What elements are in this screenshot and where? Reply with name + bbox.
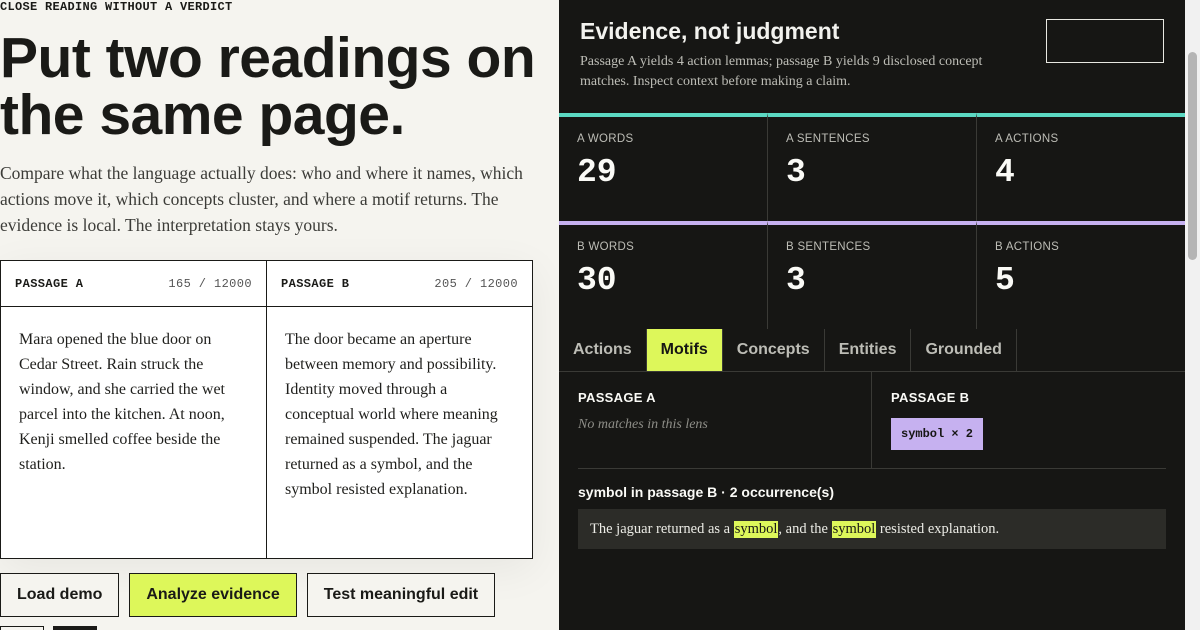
lens-results: PASSAGE A No matches in this lens PASSAG… <box>559 372 1185 468</box>
evidence-panel: Evidence, not judgment Passage A yields … <box>559 0 1185 630</box>
stat-b-sentences: B SENTENCES 3 <box>768 221 977 329</box>
tab-concepts[interactable]: Concepts <box>723 329 825 371</box>
context-text: , and the <box>778 520 832 537</box>
test-edit-button[interactable]: Test meaningful edit <box>306 573 496 617</box>
secondary-control-outline[interactable] <box>0 626 44 630</box>
page-scrollbar[interactable] <box>1185 0 1200 630</box>
stat-label: B ACTIONS <box>995 241 1060 253</box>
tab-entities[interactable]: Entities <box>825 329 912 371</box>
stat-value: 3 <box>786 262 806 299</box>
context-text: The jaguar returned as a <box>590 520 734 537</box>
stat-label: A WORDS <box>577 133 634 145</box>
intro-text: Compare what the language actually does:… <box>0 163 523 235</box>
occurrence-context: The jaguar returned as a symbol, and the… <box>578 509 1166 549</box>
tab-grounded[interactable]: Grounded <box>911 329 1017 371</box>
panel-summary: Passage A yields 4 action lemmas; passag… <box>580 54 983 89</box>
tab-actions[interactable]: Actions <box>559 329 647 371</box>
passage-b-char-count: 205 / 12000 <box>434 276 518 291</box>
stat-value: 29 <box>577 154 617 191</box>
passage-a-textarea[interactable]: Mara opened the blue door on Cedar Stree… <box>1 307 266 497</box>
panel-action-box[interactable] <box>1046 19 1164 63</box>
passage-a-char-count: 165 / 12000 <box>168 276 252 291</box>
lens-passage-b: PASSAGE B symbol × 2 <box>872 372 1185 468</box>
passage-a-panel: PASSAGE A 165 / 12000 Mara opened the bl… <box>1 261 266 558</box>
stat-b-words: B WORDS 30 <box>559 221 768 329</box>
stat-value: 3 <box>786 154 806 191</box>
passage-editor: PASSAGE A 165 / 12000 Mara opened the bl… <box>0 260 533 559</box>
page-title: Put two readings on the same page. <box>0 26 536 147</box>
stats-grid: A WORDS 29 A SENTENCES 3 A ACTIONS 4 B W… <box>559 113 1185 329</box>
tab-motifs[interactable]: Motifs <box>646 329 723 371</box>
stat-a-actions: A ACTIONS 4 <box>977 113 1185 221</box>
stat-value: 4 <box>995 154 1015 191</box>
stat-b-actions: B ACTIONS 5 <box>977 221 1185 329</box>
stat-label: B WORDS <box>577 241 635 253</box>
passage-a-title: PASSAGE A <box>15 276 84 291</box>
occurrence-title: symbol in passage B · 2 occurrence(s) <box>578 484 834 500</box>
divider <box>578 468 1166 469</box>
lens-a-empty-state: No matches in this lens <box>578 417 708 432</box>
load-demo-button[interactable]: Load demo <box>0 573 120 617</box>
secondary-control-filled[interactable] <box>53 626 97 630</box>
highlight-match: symbol <box>733 520 779 538</box>
analyze-evidence-button[interactable]: Analyze evidence <box>129 573 297 617</box>
action-buttons: Load demo Analyze evidence Test meaningf… <box>0 573 496 617</box>
scrollbar-thumb[interactable] <box>1188 52 1197 260</box>
passage-b-header: PASSAGE B 205 / 12000 <box>267 261 532 307</box>
passage-b-title: PASSAGE B <box>281 276 350 291</box>
stat-a-words: A WORDS 29 <box>559 113 768 221</box>
passage-a-header: PASSAGE A 165 / 12000 <box>1 261 266 307</box>
stat-label: A ACTIONS <box>995 133 1059 145</box>
lens-tabs: Actions Motifs Concepts Entities Grounde… <box>559 329 1185 372</box>
stats-row-a: A WORDS 29 A SENTENCES 3 A ACTIONS 4 <box>559 113 1185 221</box>
eyebrow: CLOSE READING WITHOUT A VERDICT <box>0 0 233 14</box>
passage-b-textarea[interactable]: The door became an aperture between memo… <box>267 307 532 522</box>
stat-label: B SENTENCES <box>786 241 871 253</box>
stat-value: 30 <box>577 262 617 299</box>
lens-b-heading: PASSAGE B <box>891 390 970 405</box>
stats-row-b: B WORDS 30 B SENTENCES 3 B ACTIONS 5 <box>559 221 1185 329</box>
highlight-match: symbol <box>831 520 877 538</box>
stat-a-sentences: A SENTENCES 3 <box>768 113 977 221</box>
passage-b-panel: PASSAGE B 205 / 12000 The door became an… <box>266 261 532 558</box>
context-text: resisted explanation. <box>876 520 1000 537</box>
stat-value: 5 <box>995 262 1015 299</box>
lens-passage-a: PASSAGE A No matches in this lens <box>559 372 872 468</box>
stat-label: A SENTENCES <box>786 133 870 145</box>
panel-title: Evidence, not judgment <box>580 18 840 44</box>
motif-chip-symbol[interactable]: symbol × 2 <box>891 418 984 450</box>
lens-a-heading: PASSAGE A <box>578 390 656 405</box>
